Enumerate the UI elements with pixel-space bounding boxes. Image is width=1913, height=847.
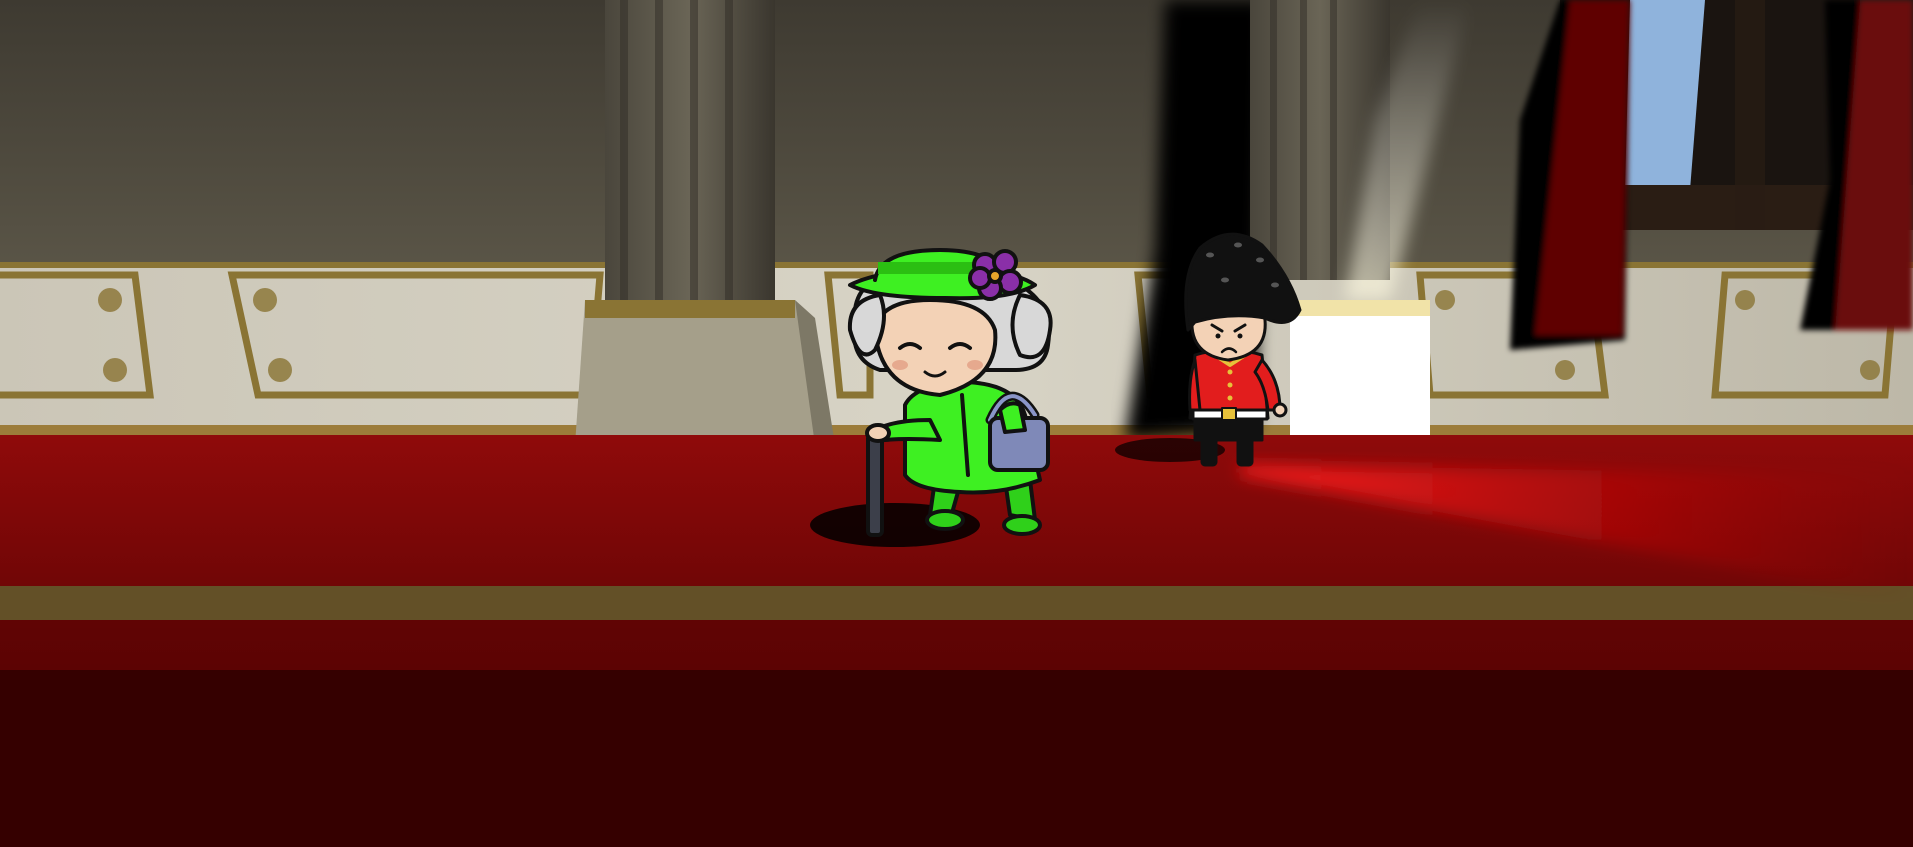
- game-viewport[interactable]: [0, 0, 1913, 847]
- game-scene: [0, 0, 1913, 847]
- carpet-foreground: [0, 670, 1913, 847]
- carpet-gold-stripe: [0, 586, 1913, 620]
- hat-flower-icon: [968, 249, 1023, 301]
- lit-pedestal: [1290, 300, 1430, 445]
- walking-cane: [866, 433, 884, 537]
